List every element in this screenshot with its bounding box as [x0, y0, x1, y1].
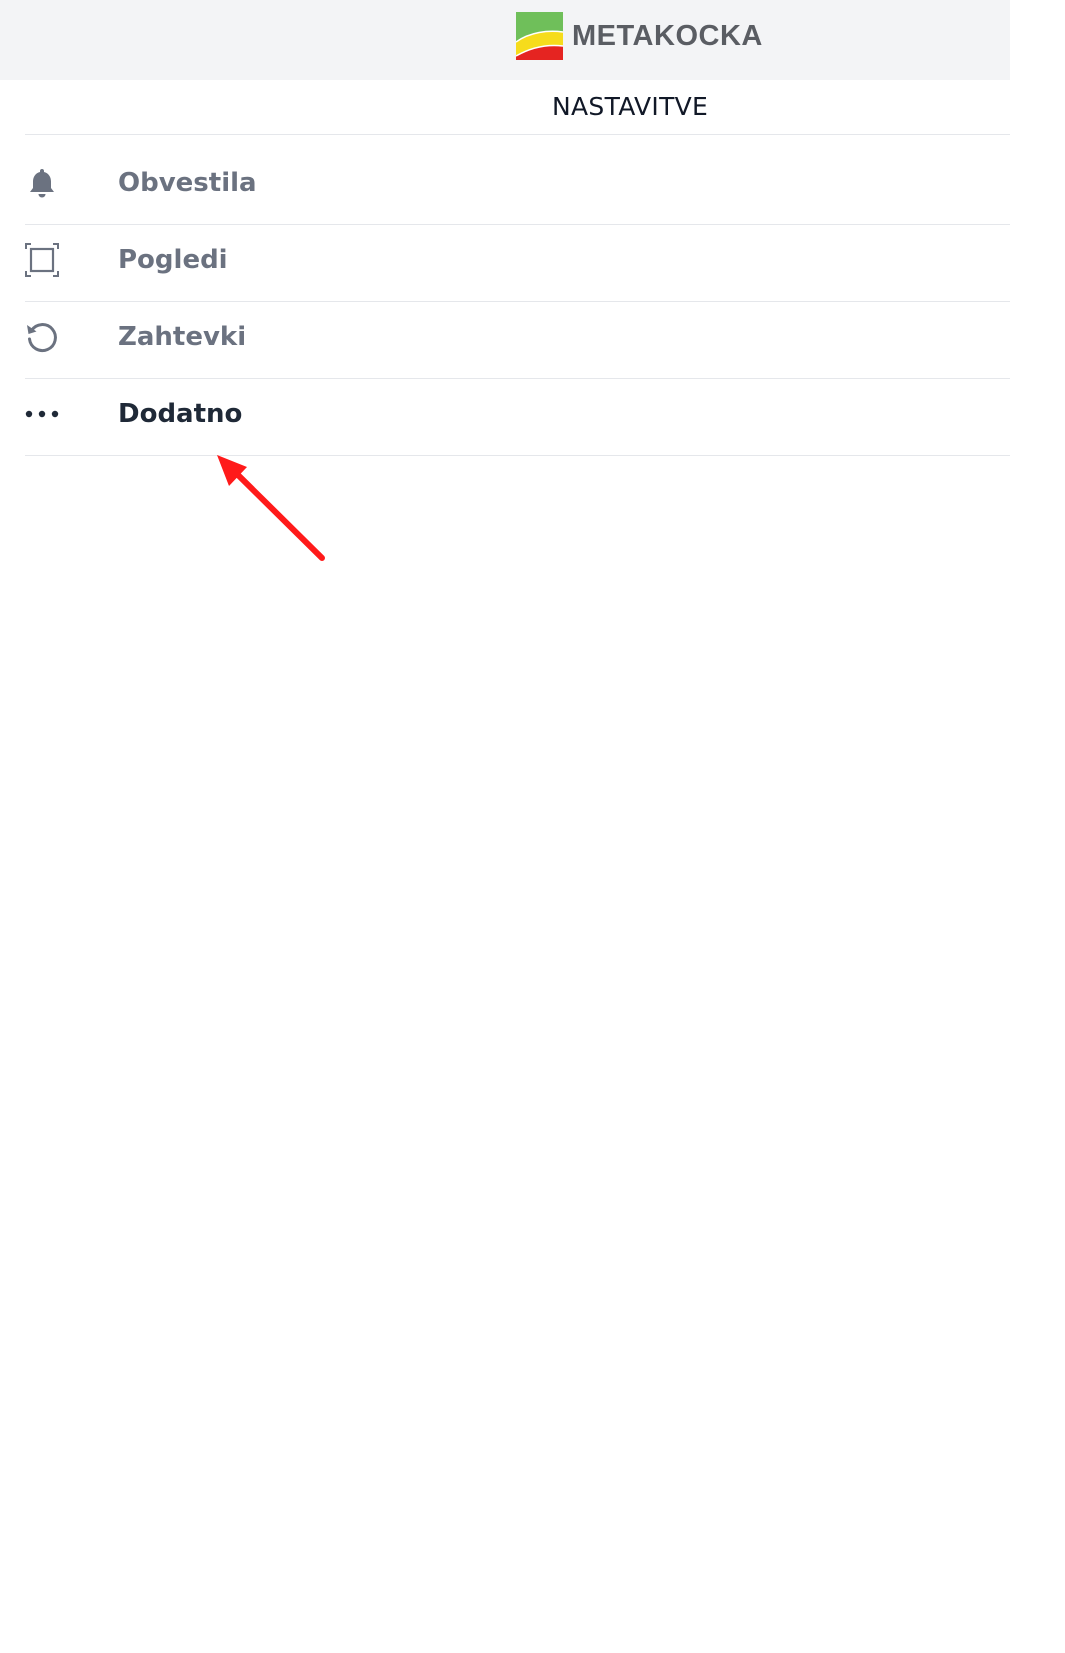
- frame-icon: [25, 243, 59, 277]
- refresh-icon: [25, 320, 59, 354]
- brand-logo[interactable]: METAKOCKA: [516, 12, 763, 60]
- top-bar: METAKOCKA: [0, 0, 1010, 80]
- bell-icon: [25, 166, 59, 200]
- page-title: NASTAVITVE: [552, 92, 709, 121]
- metakocka-logo-icon: [516, 12, 563, 60]
- menu-item-pogledi[interactable]: Pogledi: [25, 225, 1010, 302]
- red-arrow-annotation: [217, 455, 325, 561]
- menu-item-dodatno[interactable]: Dodatno: [25, 379, 1010, 456]
- menu-item-zahtevki[interactable]: Zahtevki: [25, 302, 1010, 379]
- menu-item-label: Pogledi: [118, 245, 228, 275]
- menu-item-obvestila[interactable]: Obvestila: [25, 148, 1010, 225]
- settings-page: METAKOCKA NASTAVITVE Obvestila Pogledi Z…: [0, 0, 1065, 1653]
- page-title-bar: NASTAVITVE: [25, 80, 1010, 135]
- more-dots-icon: [25, 397, 59, 431]
- menu-item-label: Obvestila: [118, 168, 257, 198]
- settings-menu: Obvestila Pogledi Zahtevki Dodatno: [25, 148, 1010, 456]
- brand-name: METAKOCKA: [572, 20, 763, 52]
- menu-item-label: Dodatno: [118, 399, 243, 429]
- menu-item-label: Zahtevki: [118, 322, 247, 352]
